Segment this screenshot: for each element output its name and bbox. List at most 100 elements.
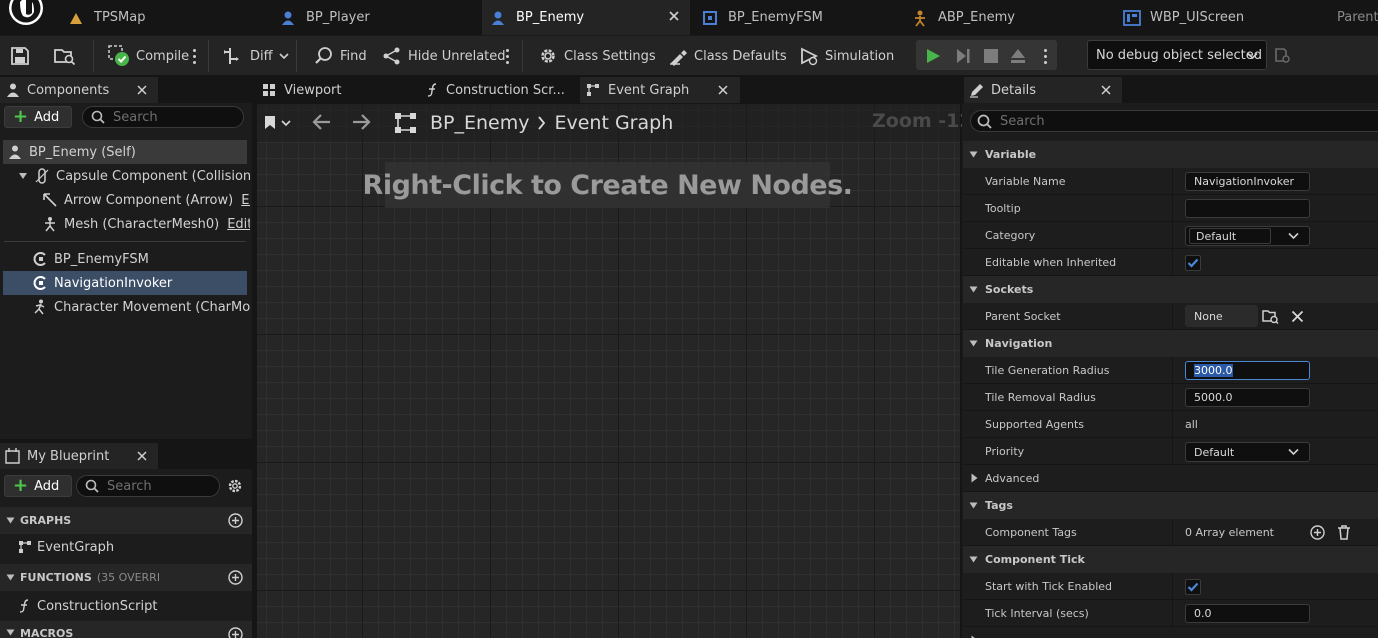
category-combo[interactable]: Default bbox=[1185, 226, 1310, 246]
parent-socket-field[interactable]: None bbox=[1185, 305, 1258, 327]
browse-socket-icon[interactable] bbox=[1262, 308, 1279, 325]
variable-name-input[interactable]: NavigationInvoker bbox=[1185, 172, 1310, 191]
doc-tab-abp-enemy[interactable]: ABP_Enemy bbox=[906, 0, 1116, 35]
forward-button[interactable] bbox=[351, 113, 371, 131]
tile-generation-radius-input[interactable]: 3000.0 bbox=[1185, 361, 1310, 380]
my-blueprint-tab[interactable]: My Blueprint bbox=[0, 443, 158, 469]
step-button[interactable] bbox=[954, 36, 978, 76]
add-element-icon[interactable] bbox=[1310, 525, 1325, 540]
construction-script-item[interactable]: ConstructionScript bbox=[0, 594, 250, 618]
prop-advanced-tick[interactable] bbox=[963, 627, 1378, 638]
find-button[interactable]: Find bbox=[314, 36, 367, 76]
tab-event-graph[interactable]: Event Graph bbox=[580, 77, 740, 103]
close-tab-icon[interactable] bbox=[718, 85, 728, 95]
add-member-button[interactable]: + Add bbox=[4, 475, 72, 497]
tick-interval-input[interactable]: 0.0 bbox=[1185, 604, 1310, 623]
clear-socket-icon[interactable] bbox=[1291, 310, 1304, 323]
functions-section-header[interactable]: FUNCTIONS (35 OVERRIDABLE) bbox=[0, 564, 252, 591]
tile-removal-radius-input[interactable]: 5000.0 bbox=[1185, 388, 1310, 407]
component-tick-section-header[interactable]: Component Tick bbox=[963, 546, 1378, 573]
my-blueprint-search[interactable] bbox=[76, 475, 220, 497]
simulation-button[interactable]: Simulation bbox=[799, 36, 894, 76]
class-settings-button[interactable]: Class Settings bbox=[538, 36, 656, 76]
back-button[interactable] bbox=[312, 113, 332, 131]
tree-item-character-movement[interactable]: Character Movement (CharMoveComp) bbox=[0, 295, 250, 319]
browse-button[interactable] bbox=[54, 36, 82, 76]
bookmark-button[interactable] bbox=[264, 115, 291, 130]
close-panel-icon[interactable] bbox=[137, 451, 147, 461]
arrow-left-icon bbox=[312, 113, 332, 131]
tree-item-arrow[interactable]: Arrow Component (Arrow) Edit bbox=[0, 188, 250, 212]
compile-options-button[interactable] bbox=[193, 36, 197, 76]
tags-section-header[interactable]: Tags bbox=[963, 492, 1378, 519]
chevron-down-icon[interactable] bbox=[1288, 232, 1299, 240]
doc-tab-bp-player[interactable]: BP_Player bbox=[272, 0, 480, 35]
prop-label: Editable when Inherited bbox=[985, 255, 1117, 269]
add-macro-icon[interactable] bbox=[228, 627, 243, 638]
close-panel-icon[interactable] bbox=[1101, 85, 1111, 95]
editable-inherited-checkbox[interactable] bbox=[1185, 255, 1201, 271]
play-button[interactable] bbox=[924, 36, 948, 76]
components-tab[interactable]: Components bbox=[0, 77, 158, 103]
event-graph-item[interactable]: EventGraph bbox=[0, 535, 250, 559]
character-movement-icon bbox=[32, 299, 48, 315]
compile-button[interactable]: Compile bbox=[108, 36, 189, 76]
my-blueprint-settings-button[interactable] bbox=[227, 478, 243, 494]
macros-section-header[interactable]: MACROS bbox=[0, 621, 252, 638]
close-panel-icon[interactable] bbox=[137, 85, 147, 95]
edit-blueprint-link[interactable]: Edit bbox=[241, 193, 250, 208]
navigation-section-header[interactable]: Navigation bbox=[963, 330, 1378, 357]
details-search[interactable] bbox=[970, 110, 1378, 132]
tab-viewport[interactable]: Viewport bbox=[256, 77, 416, 103]
doc-tab-bp-enemy[interactable]: BP_Enemy bbox=[482, 0, 690, 35]
class-defaults-button[interactable]: Class Defaults bbox=[668, 36, 787, 76]
find-options-button[interactable] bbox=[506, 36, 510, 76]
my-blueprint-search-input[interactable] bbox=[107, 478, 219, 494]
category-input[interactable]: Default bbox=[1189, 228, 1271, 244]
tab-construction-script[interactable]: Construction Scr... bbox=[420, 77, 578, 103]
tree-item-bp-enemyfsm[interactable]: BP_EnemyFSM bbox=[0, 247, 250, 271]
tooltip-input[interactable] bbox=[1185, 199, 1310, 218]
column-divider bbox=[1172, 600, 1173, 626]
graphs-section-header[interactable]: GRAPHS bbox=[0, 507, 252, 534]
stop-button[interactable] bbox=[982, 36, 1006, 76]
tree-item-label: Mesh (CharacterMesh0) bbox=[64, 216, 220, 232]
tree-item-navigation-invoker[interactable]: NavigationInvoker bbox=[3, 271, 247, 295]
prop-category: Category Default bbox=[963, 222, 1378, 249]
components-search-input[interactable] bbox=[113, 109, 243, 125]
components-search[interactable] bbox=[82, 106, 244, 128]
functions-override-note: (35 OVERRIDABLE) bbox=[96, 571, 159, 584]
sockets-section-header[interactable]: Sockets bbox=[963, 276, 1378, 303]
details-search-input[interactable] bbox=[1000, 113, 1378, 129]
close-tab-icon[interactable] bbox=[668, 10, 680, 22]
prop-advanced-navigation[interactable]: Advanced bbox=[963, 465, 1378, 492]
doc-tab-wbp-uiscreen[interactable]: WBP_UIScreen bbox=[1118, 0, 1318, 35]
breadcrumb-root[interactable]: BP_Enemy bbox=[430, 112, 529, 134]
prop-label: Variable Name bbox=[985, 174, 1066, 188]
tree-item-capsule[interactable]: Capsule Component (CollisionCylinder) bbox=[0, 164, 250, 188]
doc-tab-bp-enemyfsm[interactable]: BP_EnemyFSM bbox=[694, 0, 904, 35]
debug-filter-button[interactable] bbox=[1274, 36, 1298, 76]
arrow-right-icon bbox=[351, 113, 371, 131]
hide-unrelated-button[interactable]: Hide Unrelated bbox=[382, 36, 506, 76]
doc-tab-label: BP_EnemyFSM bbox=[728, 10, 823, 25]
details-tab[interactable]: Details bbox=[964, 77, 1122, 103]
unreal-logo-icon[interactable] bbox=[6, 0, 46, 34]
tree-item-mesh[interactable]: Mesh (CharacterMesh0) Edit in bbox=[0, 212, 250, 236]
eject-button[interactable] bbox=[1009, 36, 1033, 76]
debug-object-dropdown[interactable]: No debug object selected bbox=[1087, 40, 1267, 70]
play-options-button[interactable] bbox=[1044, 36, 1048, 76]
add-function-icon[interactable] bbox=[228, 570, 243, 585]
input-value: 5000.0 bbox=[1194, 391, 1233, 404]
variable-section-header[interactable]: Variable bbox=[963, 141, 1378, 168]
add-graph-icon[interactable] bbox=[228, 513, 243, 528]
tree-item-self[interactable]: BP_Enemy (Self) bbox=[3, 140, 247, 164]
diff-button[interactable]: Diff bbox=[222, 36, 295, 76]
doc-tab-tpsmap[interactable]: TPSMap bbox=[60, 0, 260, 35]
save-button[interactable] bbox=[10, 36, 36, 76]
trash-icon[interactable] bbox=[1337, 525, 1351, 540]
edit-blueprint-link[interactable]: Edit in bbox=[227, 217, 250, 232]
start-tick-checkbox[interactable] bbox=[1185, 579, 1201, 595]
priority-dropdown[interactable]: Default bbox=[1185, 442, 1310, 462]
add-component-button[interactable]: + Add bbox=[4, 106, 72, 128]
